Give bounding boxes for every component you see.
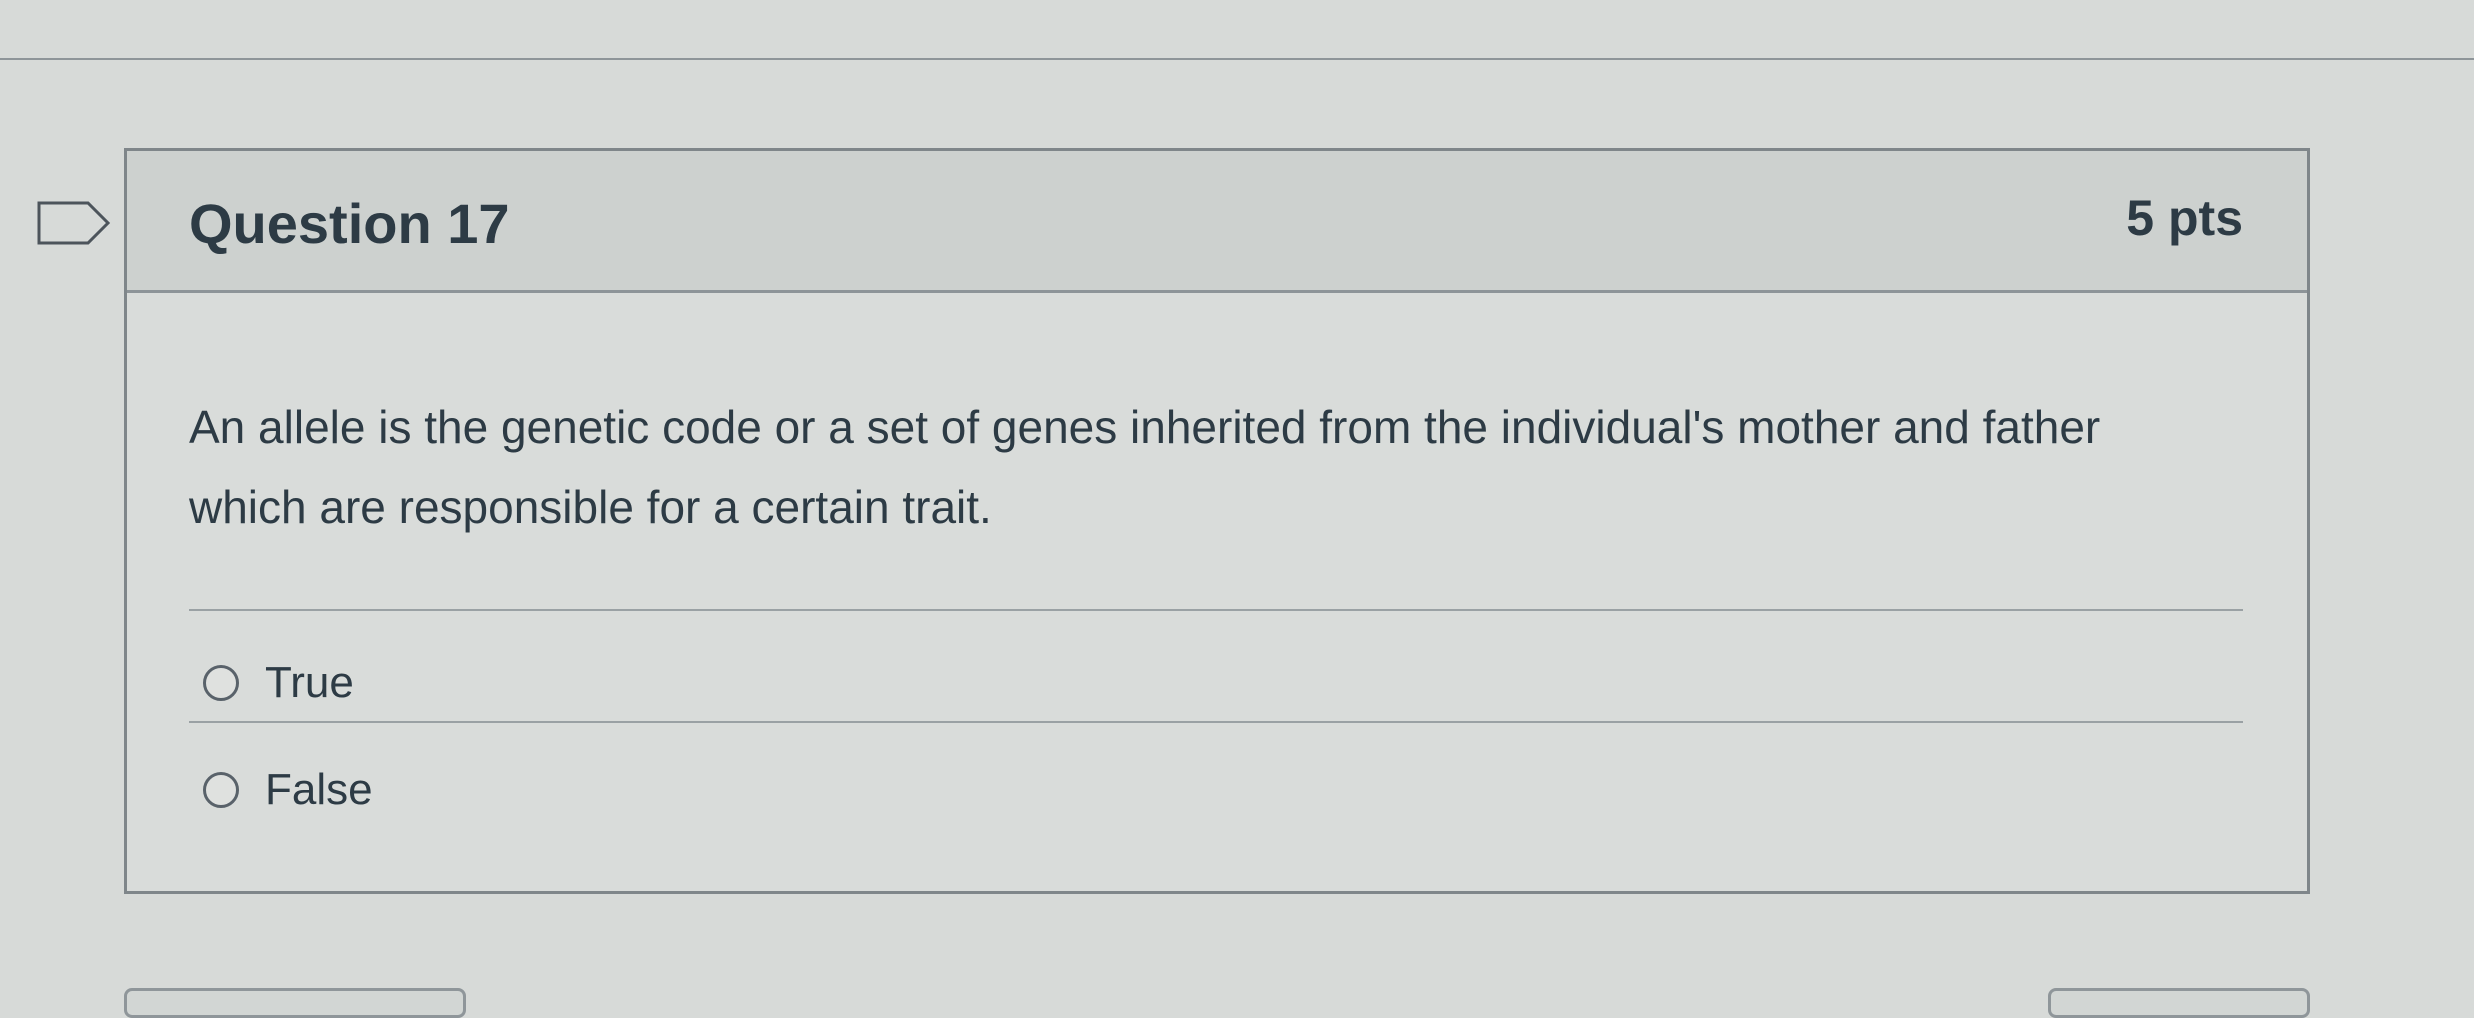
question-points: 5 pts (2126, 190, 2243, 246)
bottom-right-button[interactable] (2048, 988, 2310, 1018)
bookmark-flag-icon[interactable] (36, 200, 112, 246)
question-text: An allele is the genetic code or a set o… (189, 401, 2101, 533)
answer-label-false: False (265, 765, 373, 814)
answer-option-true[interactable]: True (203, 645, 354, 721)
answer-label-true: True (265, 658, 354, 707)
question-header: Question 17 5 pts (127, 151, 2307, 293)
radio-button-icon[interactable] (203, 772, 239, 808)
bottom-left-button[interactable] (124, 988, 466, 1018)
answer-divider-middle (189, 721, 2243, 723)
question-title: Question 17 (189, 192, 510, 255)
question-card: Question 17 5 pts An allele is the genet… (124, 148, 2310, 894)
top-divider (0, 58, 2474, 60)
answer-option-false[interactable]: False (203, 752, 373, 828)
answer-divider-top (189, 609, 2243, 611)
radio-button-icon[interactable] (203, 665, 239, 701)
